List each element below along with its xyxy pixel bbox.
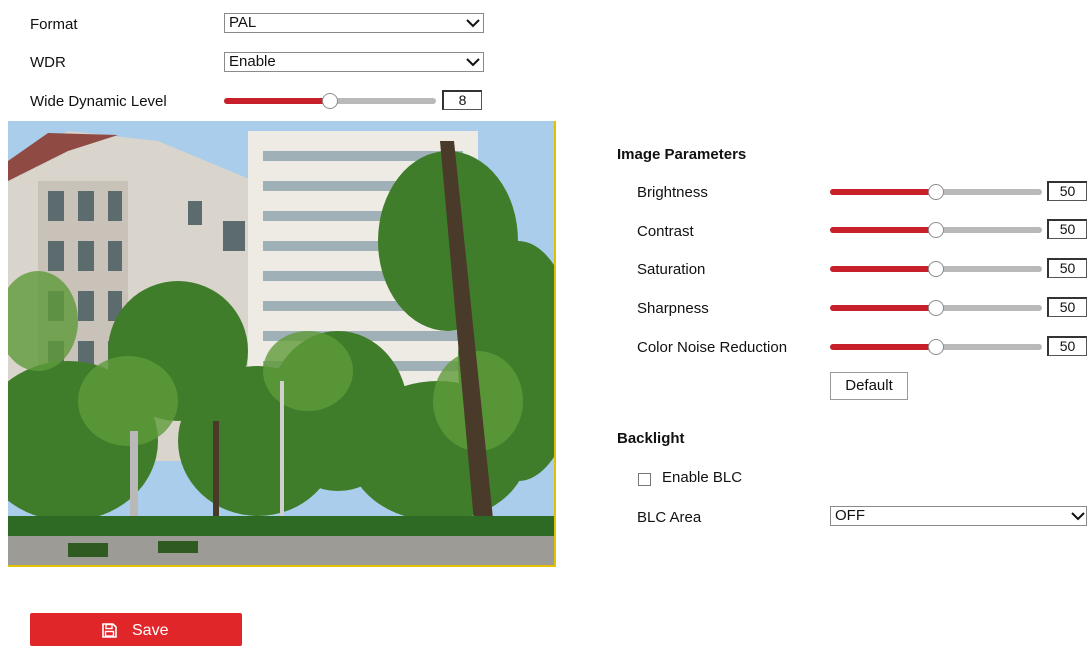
slider-fill <box>830 266 936 272</box>
floppy-disk-icon <box>102 623 117 638</box>
format-select[interactable]: PAL <box>224 13 484 33</box>
blc-area-label: BLC Area <box>637 509 702 526</box>
slider-thumb[interactable] <box>928 261 944 277</box>
saturation-value[interactable]: 50 <box>1047 258 1087 278</box>
brightness-label: Brightness <box>637 184 708 201</box>
enable-blc-checkbox[interactable] <box>638 473 651 486</box>
wide-dynamic-level-label: Wide Dynamic Level <box>30 93 167 110</box>
slider-thumb[interactable] <box>322 93 338 109</box>
enable-blc-label: Enable BLC <box>662 469 743 486</box>
image-parameters-heading: Image Parameters <box>617 146 747 163</box>
slider-thumb[interactable] <box>928 184 944 200</box>
sharpness-label: Sharpness <box>637 300 709 317</box>
chevron-down-icon <box>466 19 480 28</box>
slider-fill <box>830 227 936 233</box>
preview-scene <box>8 121 554 565</box>
color-noise-reduction-value[interactable]: 50 <box>1047 336 1087 356</box>
slider-fill <box>830 305 936 311</box>
slider-fill <box>830 344 936 350</box>
saturation-slider[interactable] <box>830 261 1042 277</box>
brightness-slider[interactable] <box>830 184 1042 200</box>
live-preview-image <box>8 121 556 567</box>
save-button-label: Save <box>132 622 169 639</box>
slider-thumb[interactable] <box>928 339 944 355</box>
blc-area-select[interactable]: OFF <box>830 506 1087 526</box>
wide-dynamic-level-slider[interactable] <box>224 93 436 109</box>
color-noise-reduction-label: Color Noise Reduction <box>637 339 788 356</box>
save-button[interactable]: Save <box>30 613 242 646</box>
brightness-value[interactable]: 50 <box>1047 181 1087 201</box>
default-button[interactable]: Default <box>830 372 908 400</box>
color-noise-reduction-slider[interactable] <box>830 339 1042 355</box>
format-label: Format <box>30 16 78 33</box>
chevron-down-icon <box>466 58 480 67</box>
contrast-label: Contrast <box>637 223 694 240</box>
wdr-select[interactable]: Enable <box>224 52 484 72</box>
sharpness-slider[interactable] <box>830 300 1042 316</box>
backlight-heading: Backlight <box>617 430 685 447</box>
chevron-down-icon <box>1071 512 1085 521</box>
slider-thumb[interactable] <box>928 300 944 316</box>
contrast-value[interactable]: 50 <box>1047 219 1087 239</box>
wdr-select-value: Enable <box>229 53 276 70</box>
slider-fill <box>830 189 936 195</box>
saturation-label: Saturation <box>637 261 706 278</box>
format-select-value: PAL <box>229 14 257 31</box>
wide-dynamic-level-value[interactable]: 8 <box>442 90 482 110</box>
sharpness-value[interactable]: 50 <box>1047 297 1087 317</box>
wdr-label: WDR <box>30 54 66 71</box>
contrast-slider[interactable] <box>830 222 1042 238</box>
slider-thumb[interactable] <box>928 222 944 238</box>
slider-fill <box>224 98 330 104</box>
blc-area-select-value: OFF <box>835 507 865 524</box>
